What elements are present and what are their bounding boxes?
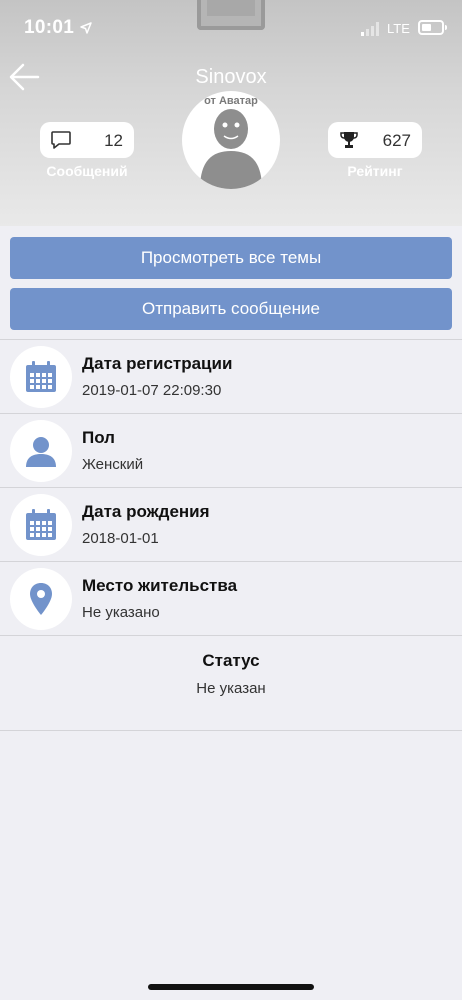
info-value: Не указано	[82, 604, 160, 621]
rating-badge[interactable]: 627	[328, 122, 422, 158]
avatar-caption: от Аватар	[204, 95, 258, 107]
status-bar: 10:01 LTE	[0, 0, 462, 54]
back-arrow-icon	[9, 63, 40, 91]
profile-header: 10:01 LTE Sinovox 12 Сообщений от Аватар…	[0, 0, 462, 226]
info-title: Пол	[82, 428, 115, 447]
info-row-gender: Пол Женский	[0, 413, 462, 487]
status-section: Статус Не указан	[0, 635, 462, 731]
info-value: 2018-01-01	[82, 530, 159, 547]
info-row-registration-date: Дата регистрации 2019-01-07 22:09:30	[0, 339, 462, 413]
battery-icon	[418, 20, 447, 35]
calendar-icon	[10, 346, 72, 408]
send-message-button[interactable]: Отправить сообщение	[10, 288, 452, 330]
location-services-icon	[80, 22, 92, 34]
status-value: Не указан	[196, 680, 266, 697]
messages-count-badge[interactable]: 12	[40, 122, 134, 158]
messages-label: Сообщений	[46, 163, 128, 179]
back-button[interactable]	[6, 60, 44, 94]
info-title: Место жительства	[82, 576, 238, 595]
status-title: Статус	[202, 651, 260, 670]
info-title: Дата регистрации	[82, 354, 233, 373]
network-type: LTE	[387, 21, 410, 36]
person-icon	[10, 420, 72, 482]
chat-bubble-icon	[51, 131, 71, 149]
location-pin-icon	[10, 568, 72, 630]
calendar-icon	[10, 494, 72, 556]
messages-count: 12	[104, 131, 123, 150]
info-value: 2019-01-07 22:09:30	[82, 382, 222, 399]
avatar[interactable]: от Аватар	[182, 91, 280, 189]
info-row-birth-date: Дата рождения 2018-01-01	[0, 487, 462, 561]
trophy-icon	[340, 132, 358, 148]
status-time: 10:01	[24, 17, 75, 38]
info-row-residence: Место жительства Не указано	[0, 561, 462, 635]
cellular-signal-icon	[361, 22, 379, 36]
info-value: Женский	[82, 456, 144, 473]
home-indicator[interactable]	[148, 984, 314, 990]
rating-value: 627	[382, 131, 411, 150]
rating-label: Рейтинг	[347, 163, 403, 179]
profile-username: Sinovox	[195, 66, 267, 88]
info-title: Дата рождения	[82, 502, 210, 521]
view-all-topics-button[interactable]: Просмотреть все темы	[10, 237, 452, 279]
